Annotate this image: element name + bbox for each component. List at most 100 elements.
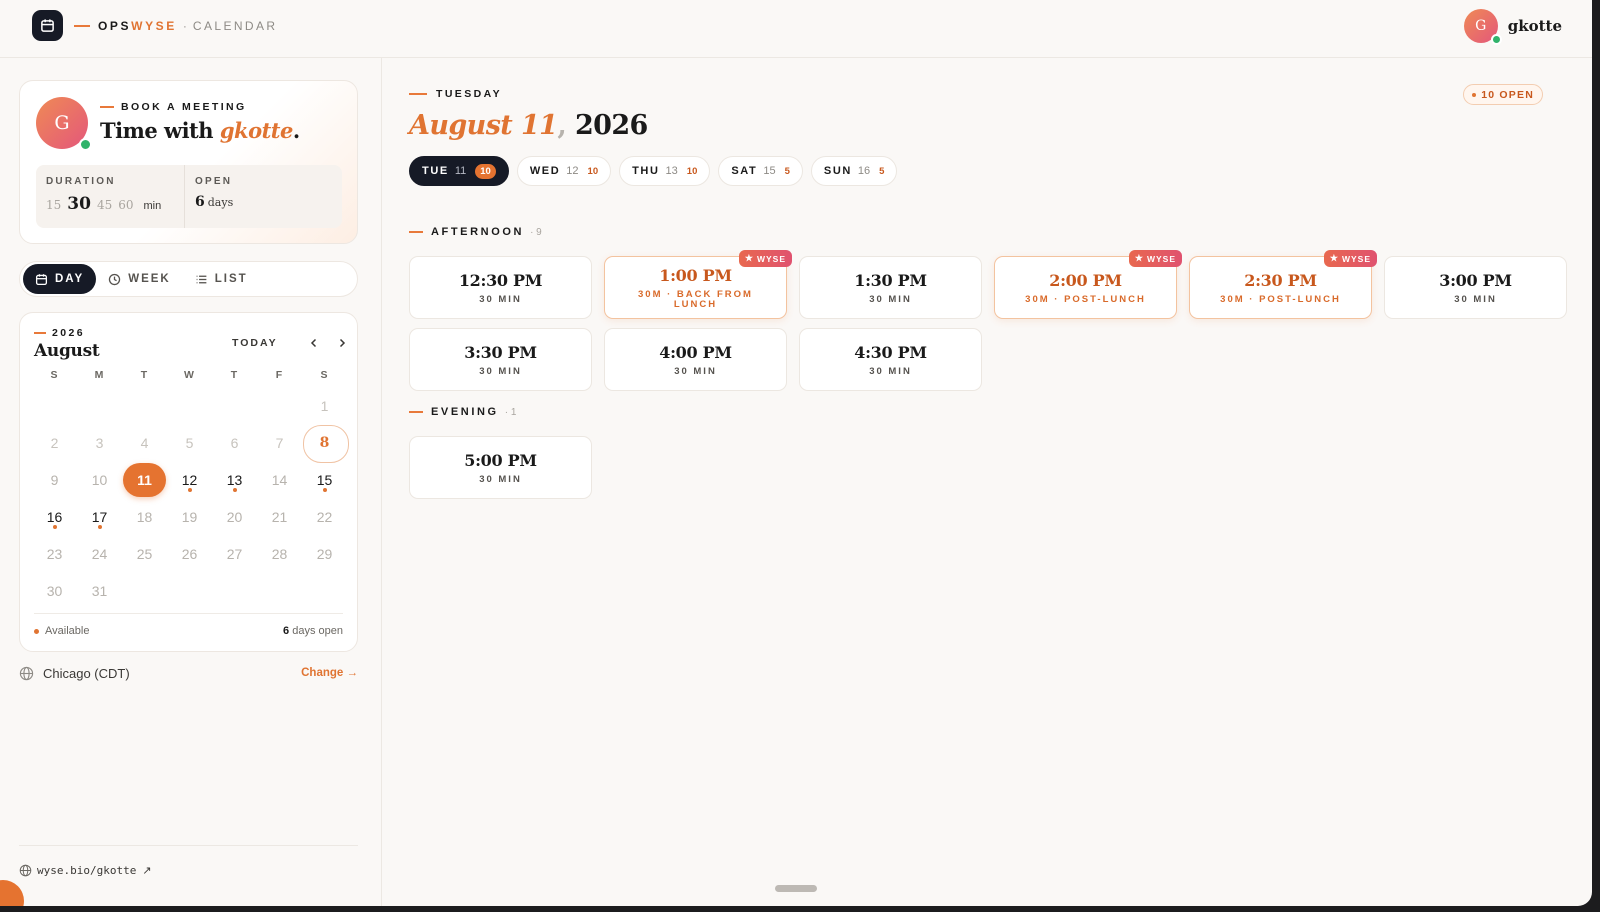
calendar-day-number: 23: [46, 545, 63, 562]
slot-duration: 30 MIN: [869, 293, 912, 305]
slot-duration: 30M · POST-LUNCH: [1220, 293, 1341, 305]
calendar-blank: [212, 387, 257, 424]
calendar-blank: [77, 387, 122, 424]
time-slot[interactable]: 2:00 PM 30M · POST-LUNCH ★ WYSE: [994, 250, 1182, 319]
user-avatar-initial: G: [1475, 18, 1487, 34]
month-calendar: 2026 August TODAY SMTWTFS 1 2 3 4 5 6 7 8 9 10 11 1…: [19, 312, 358, 652]
prev-month-button[interactable]: [304, 333, 324, 353]
chevron-right-icon: [339, 338, 346, 348]
calendar-day-12[interactable]: 12: [167, 461, 212, 498]
duration-option-60[interactable]: 60: [118, 198, 133, 212]
day-tab-number: 16: [857, 165, 871, 177]
duration-option-30[interactable]: 30: [67, 194, 91, 214]
calendar-day-number: 21: [271, 508, 288, 525]
calendar-day-11[interactable]: 11: [122, 461, 167, 498]
slot-duration: 30 MIN: [479, 365, 522, 377]
accent-dash: [409, 231, 423, 233]
day-tab-number: 15: [763, 165, 776, 177]
time-slot[interactable]: 1:30 PM 30 MIN: [799, 256, 982, 319]
user-avatar[interactable]: G: [1463, 9, 1502, 45]
day-tab-tue[interactable]: TUE 11 10: [409, 156, 509, 186]
day-tab-wed[interactable]: WED 12 10: [516, 156, 612, 186]
view-day-button[interactable]: DAY: [23, 264, 97, 294]
host-avatar: G: [36, 97, 92, 151]
day-tab-number: 13: [665, 165, 678, 177]
calendar-app-icon[interactable]: [32, 10, 63, 41]
star-icon: ★: [1329, 253, 1339, 263]
slot-time: 1:00 PM: [659, 265, 732, 285]
calendar-day-number: 28: [271, 545, 288, 562]
calendar-day-number: 2: [50, 434, 59, 451]
calendar-day-7: 7: [257, 424, 302, 461]
today-button[interactable]: TODAY: [232, 337, 278, 349]
user-menu[interactable]: G gkotte: [1463, 9, 1562, 45]
brand-wyse: WYSE: [131, 19, 177, 33]
weekday-eyebrow: TUESDAY: [409, 88, 502, 100]
date-month-day: August 11: [409, 110, 558, 141]
slot-time: 3:00 PM: [1439, 270, 1512, 290]
time-slot[interactable]: 5:00 PM 30 MIN: [409, 436, 592, 499]
day-tab-count: 10: [475, 163, 496, 179]
time-slot[interactable]: 4:30 PM 30 MIN: [799, 328, 982, 391]
afternoon-slots: 12:30 PM 30 MIN 1:00 PM 30M · BACK FROM LUN…: [409, 250, 1567, 391]
calendar-day-number: 27: [226, 545, 243, 562]
weekday-label: TUESDAY: [436, 88, 503, 100]
duration-stat: DURATION 15 30 45 60 min: [36, 165, 185, 228]
calendar-day-17[interactable]: 17: [77, 498, 122, 535]
legend-available: Available: [34, 625, 89, 637]
external-link-icon: ↗: [142, 865, 152, 877]
view-list-button[interactable]: LIST: [183, 264, 260, 294]
slot-duration: 30 MIN: [479, 293, 522, 305]
duration-option-15[interactable]: 15: [46, 198, 61, 212]
time-slot[interactable]: 2:30 PM 30M · POST-LUNCH ★ WYSE: [1189, 250, 1377, 319]
day-tab-count: 5: [784, 165, 790, 177]
day-tabs: TUE 11 10 WED 12 10 THU 13 10 SAT 15 5 SUN 16 5: [409, 156, 905, 186]
booking-eyebrow: BOOK A MEETING: [100, 101, 247, 113]
calendar-month: August: [34, 341, 100, 361]
evening-slots: 5:00 PM 30 MIN: [409, 436, 1567, 499]
day-tab-name: SUN: [823, 165, 852, 177]
time-slot[interactable]: 3:30 PM 30 MIN: [409, 328, 592, 391]
calendar-day-number: 31: [91, 582, 108, 599]
day-tab-thu[interactable]: THU 13 10: [619, 156, 711, 186]
time-slot[interactable]: 4:00 PM 30 MIN: [604, 328, 787, 391]
legend-available-text: Available: [45, 625, 90, 637]
day-tab-sun[interactable]: SUN 16 5: [810, 156, 898, 186]
scroll-handle[interactable]: [775, 885, 817, 892]
timezone-label: Chicago (CDT): [43, 665, 130, 681]
top-header: OPS WYSE · CALENDAR G gkotte: [0, 0, 1592, 58]
day-tab-sat[interactable]: SAT 15 5: [718, 156, 803, 186]
calendar-day-8[interactable]: 8: [302, 424, 349, 463]
date-comma: ,: [557, 110, 567, 141]
calendar-day-13[interactable]: 13: [212, 461, 257, 498]
calendar-day-24: 24: [77, 535, 122, 572]
wyse-badge: ★ WYSE: [1128, 250, 1182, 267]
calendar-day-15[interactable]: 15: [302, 461, 347, 498]
time-slot[interactable]: 1:00 PM 30M · BACK FROM LUNCH ★ WYSE: [604, 250, 792, 319]
calendar-year: 2026: [34, 327, 85, 339]
afternoon-label: AFTERNOON: [431, 226, 525, 238]
date-year: 2026: [566, 110, 648, 141]
profile-link[interactable]: wyse.bio/gkotte: [37, 864, 136, 877]
change-timezone-link[interactable]: Change →: [301, 667, 358, 679]
calendar-day-number: 29: [316, 545, 333, 562]
slot-time: 4:30 PM: [854, 342, 927, 362]
wyse-badge-text: WYSE: [1341, 253, 1371, 264]
duration-option-45[interactable]: 45: [97, 198, 112, 212]
time-slot[interactable]: 3:00 PM 30 MIN: [1384, 256, 1567, 319]
accent-dash: [74, 25, 90, 27]
next-month-button[interactable]: [332, 333, 352, 353]
view-week-button[interactable]: WEEK: [96, 264, 183, 294]
time-slot[interactable]: 12:30 PM 30 MIN: [409, 256, 592, 319]
calendar-day-number: 12: [181, 471, 198, 488]
calendar-day-5: 5: [167, 424, 212, 461]
booking-title-name: gkotte: [219, 118, 294, 143]
slot-duration: 30 MIN: [479, 473, 522, 485]
calendar-day-number: 3: [95, 434, 104, 451]
brand-section: CALENDAR: [192, 19, 278, 33]
calendar-day-number: 11: [137, 471, 152, 488]
globe-icon: [19, 864, 32, 877]
weekday-label: T: [230, 369, 239, 381]
calendar-day-16[interactable]: 16: [32, 498, 77, 535]
calendar-day-10: 10: [77, 461, 122, 498]
